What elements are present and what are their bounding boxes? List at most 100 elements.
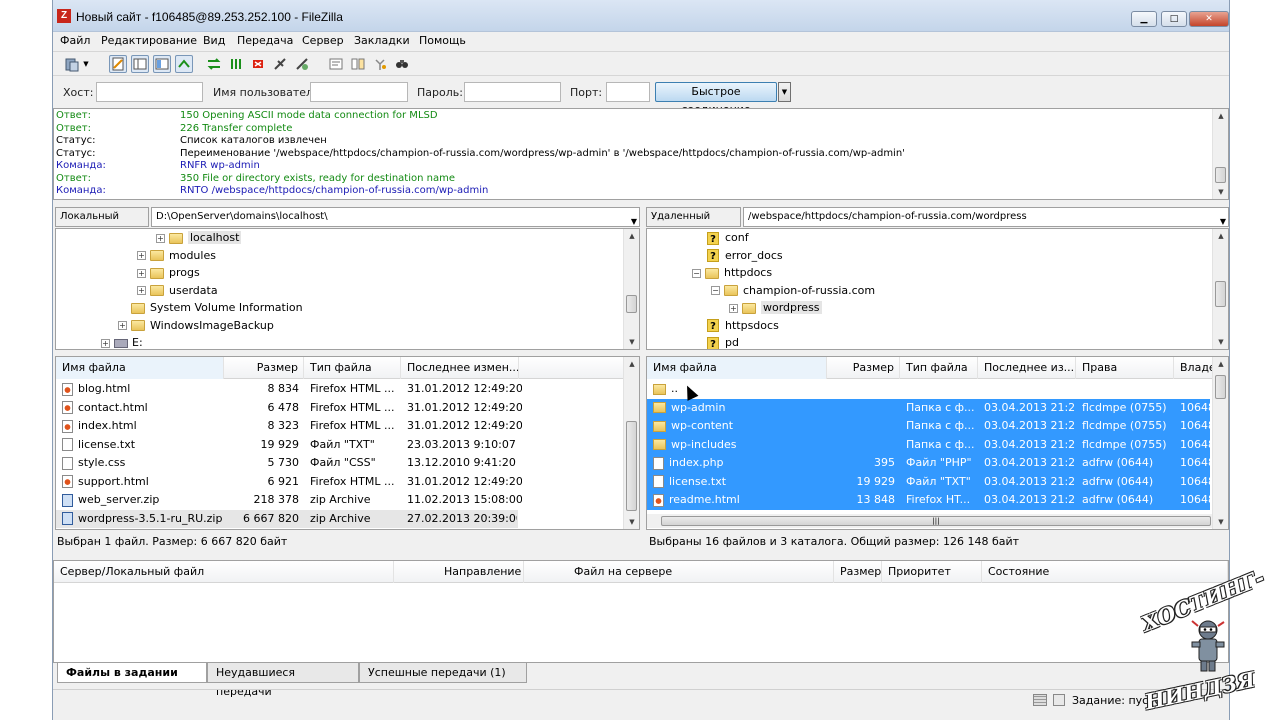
column-server-local-file[interactable]: Сервер/Локальный файл — [54, 561, 394, 583]
menu-transfer[interactable]: Передача — [237, 34, 293, 47]
port-input[interactable] — [606, 82, 650, 102]
scroll-up-icon[interactable]: ▲ — [1213, 109, 1228, 123]
toggle-local-tree-icon[interactable] — [131, 55, 149, 73]
expand-icon[interactable]: + — [118, 321, 127, 330]
local-path-input[interactable]: D:\OpenServer\domains\localhost\ ▼ — [151, 207, 640, 227]
username-input[interactable] — [310, 82, 408, 102]
scroll-up-icon[interactable]: ▲ — [1213, 357, 1228, 371]
scroll-up-icon[interactable]: ▲ — [624, 357, 639, 371]
toggle-queue-icon[interactable] — [175, 55, 193, 73]
scroll-up-icon[interactable]: ▲ — [624, 229, 639, 243]
compare-icon[interactable] — [349, 55, 367, 73]
file-row[interactable]: web_server.zip 218 378 zip Archive 11.02.20… — [56, 491, 625, 510]
log-scrollbar[interactable]: ▲ ▼ — [1212, 109, 1228, 199]
menu-file[interactable]: Файл — [60, 34, 90, 47]
file-row-selected[interactable]: index.php 395 Файл "PHP" 03.04.2013 21:2...… — [647, 454, 1214, 473]
remote-file-list[interactable]: Имя файла Размер Тип файла Последнее из.… — [646, 356, 1229, 530]
tree-item-pd[interactable]: ? pd — [707, 334, 739, 349]
column-status[interactable]: Состояние — [982, 561, 1228, 583]
tree-item-system-volume-information[interactable]: System Volume Information — [131, 299, 303, 316]
tab-queued-files[interactable]: Файлы в задании — [57, 663, 207, 683]
expand-icon[interactable]: + — [156, 233, 165, 243]
remote-tree-scrollbar[interactable]: ▲ ▼ — [1212, 229, 1228, 349]
scroll-down-icon[interactable]: ▼ — [1213, 185, 1228, 199]
toggle-log-icon[interactable] — [109, 55, 127, 73]
chevron-down-icon[interactable]: ▼ — [1220, 213, 1226, 226]
file-row[interactable]: blog.html 8 834 Firefox HTML ... 31.01.2012… — [56, 380, 625, 399]
collapse-icon[interactable]: − — [711, 286, 720, 295]
sync-browse-icon[interactable] — [371, 55, 389, 73]
tree-item-wordpress[interactable]: + wordpress — [729, 299, 822, 316]
expand-icon[interactable]: + — [729, 303, 738, 313]
column-filename[interactable]: Имя файла — [647, 357, 827, 379]
title-bar[interactable]: Z Новый сайт - f106485@89.253.252.100 - … — [53, 0, 1229, 32]
tree-item-modules[interactable]: + modules — [137, 247, 216, 264]
file-row-selected[interactable]: wp-includes Папка с ф... 03.04.2013 21:2..… — [647, 435, 1214, 454]
column-owner[interactable]: Владе — [1174, 357, 1214, 379]
local-list-scrollbar[interactable]: ▲ ▼ — [623, 357, 639, 529]
file-row-selected[interactable]: readme.html 13 848 Firefox HT... 03.04.2013… — [647, 491, 1214, 510]
local-file-list[interactable]: Имя файла Размер Тип файла Последнее изм… — [55, 356, 640, 530]
file-row-parent[interactable]: .. — [647, 380, 1214, 399]
reconnect-icon[interactable] — [293, 55, 311, 73]
disconnect-icon[interactable] — [271, 55, 289, 73]
cancel-icon[interactable] — [249, 55, 267, 73]
scroll-thumb[interactable]: ||| — [661, 516, 1211, 526]
expand-icon[interactable]: + — [137, 268, 146, 278]
remote-path-input[interactable]: /webspace/httpdocs/champion-of-russia.co… — [743, 207, 1229, 227]
tree-item-windowsimagebackup[interactable]: + WindowsImageBackup — [118, 317, 274, 334]
file-row-selected[interactable]: wordpress-3.5.1-ru_RU.zip 6 667 820 zip Ar… — [56, 509, 518, 528]
host-input[interactable] — [96, 82, 203, 102]
column-permissions[interactable]: Права — [1076, 357, 1174, 379]
collapse-icon[interactable]: − — [692, 268, 701, 278]
scroll-down-icon[interactable]: ▼ — [624, 335, 639, 349]
toggle-remote-tree-icon[interactable] — [153, 55, 171, 73]
tree-item-localhost[interactable]: + localhost — [156, 229, 242, 246]
tree-item-httpsdocs[interactable]: ? httpsdocs — [707, 317, 779, 334]
column-size[interactable]: Размер — [834, 561, 882, 583]
transfer-queue[interactable]: Сервер/Локальный файл Направление Файл н… — [53, 560, 1229, 663]
column-filename[interactable]: Имя файла — [56, 357, 224, 379]
tree-item-userdata[interactable]: + userdata — [137, 282, 218, 299]
tree-item-progs[interactable]: + progs — [137, 264, 200, 281]
file-row[interactable]: support.html 6 921 Firefox HTML ... 31.01.2… — [56, 473, 625, 492]
minimize-button[interactable]: ▁ — [1131, 11, 1157, 27]
process-queue-icon[interactable] — [227, 55, 245, 73]
remote-list-hscrollbar[interactable]: ||| — [647, 514, 1214, 528]
site-manager-icon[interactable] — [63, 55, 81, 73]
tree-item-drive-e[interactable]: + E: — [101, 334, 143, 349]
maximize-button[interactable]: □ — [1161, 11, 1187, 27]
column-modified[interactable]: Последнее из... — [978, 357, 1076, 379]
scroll-thumb[interactable] — [1215, 281, 1226, 307]
refresh-icon[interactable] — [205, 55, 223, 73]
menu-help[interactable]: Помощь — [419, 34, 466, 47]
file-row[interactable]: contact.html 6 478 Firefox HTML ... 31.01.2… — [56, 399, 625, 418]
column-priority[interactable]: Приоритет — [882, 561, 982, 583]
scroll-thumb[interactable] — [1215, 167, 1226, 183]
file-row[interactable]: index.html 8 323 Firefox HTML ... 31.01.201… — [56, 417, 625, 436]
message-log[interactable]: Ответ: 150 Opening ASCII mode data connec… — [53, 108, 1229, 200]
column-type[interactable]: Тип файла — [900, 357, 978, 379]
file-row-selected[interactable]: wp-admin Папка с ф... 03.04.2013 21:2... fl… — [647, 398, 1214, 417]
tree-item-error-docs[interactable]: ? error_docs — [707, 247, 783, 264]
column-direction[interactable]: Направление — [394, 561, 524, 583]
file-row-selected[interactable]: wp-content Папка с ф... 03.04.2013 21:2...… — [647, 417, 1214, 436]
quickconnect-dropdown-icon[interactable]: ▼ — [778, 82, 791, 102]
tree-item-httpdocs[interactable]: − httpdocs — [692, 264, 772, 281]
scroll-thumb[interactable] — [626, 421, 637, 511]
remote-list-scrollbar[interactable]: ▲ ▼ — [1212, 357, 1228, 529]
scroll-thumb[interactable] — [626, 295, 637, 313]
scroll-down-icon[interactable]: ▼ — [624, 515, 639, 529]
file-row-selected[interactable]: license.txt 19 929 Файл "TXT" 03.04.2013 21… — [647, 472, 1214, 491]
scroll-down-icon[interactable]: ▼ — [1213, 335, 1228, 349]
filter-icon[interactable] — [327, 55, 345, 73]
remote-directory-tree[interactable]: ? conf ? error_docs − httpdocs − champion-of… — [646, 228, 1229, 350]
tab-failed-transfers[interactable]: Неудавшиеся передачи — [207, 663, 359, 698]
menu-edit[interactable]: Редактирование — [101, 34, 197, 47]
scroll-up-icon[interactable]: ▲ — [1213, 229, 1228, 243]
password-input[interactable] — [464, 82, 561, 102]
search-icon[interactable] — [393, 55, 411, 73]
column-modified[interactable]: Последнее измен... — [401, 357, 519, 379]
chevron-down-icon[interactable]: ▼ — [631, 213, 637, 226]
dropdown-arrow-icon[interactable]: ▼ — [81, 55, 91, 73]
